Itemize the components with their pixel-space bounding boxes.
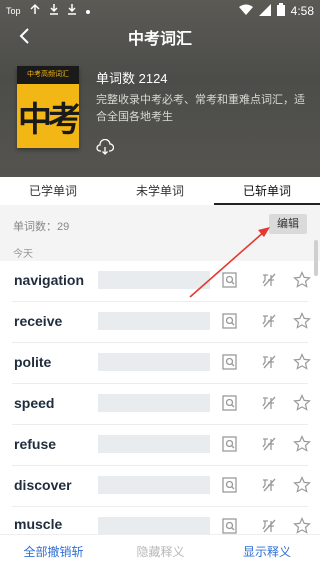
tab-learned[interactable]: 已学单词 [0,177,106,205]
word-text[interactable]: speed [14,395,54,411]
word-text[interactable]: polite [14,354,51,370]
star-icon[interactable] [293,394,311,412]
unmark-slash-icon[interactable] [260,476,278,494]
dictionary-search-icon[interactable] [221,435,239,453]
download-icon [49,3,59,18]
meaning-placeholder[interactable] [98,394,210,412]
dictionary-search-icon[interactable] [221,476,239,494]
list-word-count: 单词数：29 [13,221,70,233]
list-item: polite [0,343,320,384]
meaning-placeholder[interactable] [98,353,210,371]
word-text[interactable]: receive [14,313,62,329]
scrollbar-thumb[interactable] [314,240,318,276]
unmark-slash-icon[interactable] [260,271,278,289]
unmark-slash-icon[interactable] [260,435,278,453]
word-text[interactable]: refuse [14,436,56,452]
book-header: Top 4:58 中考词汇 中考高频词汇 中考 单词数 2124 完整收录中考必… [0,0,320,177]
list-item: speed [0,384,320,425]
word-text[interactable]: discover [14,477,72,493]
star-icon[interactable] [293,476,311,494]
wifi-icon [238,4,253,19]
dictionary-search-icon[interactable] [221,271,239,289]
download-icon-2 [67,3,77,18]
more-notifications-icon [85,4,91,18]
undo-all-button[interactable]: 全部撤销斩 [0,535,107,570]
dictionary-search-icon[interactable] [221,517,239,534]
bottom-action-bar: 全部撤销斩 隐藏释义 显示释义 [0,534,320,570]
signal-icon [258,3,271,19]
page-title: 中考词汇 [127,31,192,48]
list-item: receive [0,302,320,343]
section-label-today: 今天 [13,249,33,260]
cover-big-text: 中考 [18,101,79,139]
status-bar: Top 4:58 [0,0,320,20]
word-text[interactable]: muscle [14,516,62,532]
meaning-placeholder[interactable] [98,312,210,330]
cloud-download-icon[interactable] [96,138,115,155]
list-item: refuse [0,425,320,466]
notification-icon [29,3,41,18]
word-tabs: 已学单词 未学单词 已斩单词 [0,177,320,206]
meaning-placeholder[interactable] [98,476,210,494]
unmark-slash-icon[interactable] [260,353,278,371]
star-icon[interactable] [293,312,311,330]
meaning-placeholder[interactable] [98,517,210,534]
dictionary-search-icon[interactable] [221,353,239,371]
tab-unlearned[interactable]: 未学单词 [107,177,213,205]
edit-button[interactable]: 编辑 [269,214,307,234]
show-meaning-button[interactable]: 显示释义 [214,535,320,570]
word-list: navigation receive polite speed refuse d… [0,261,320,534]
meaning-placeholder[interactable] [98,435,210,453]
hide-meaning-button[interactable]: 隐藏释义 [107,535,214,570]
battery-icon [276,3,285,19]
summary-bar: 单词数：29 编辑 今天 [0,205,320,261]
word-text[interactable]: navigation [14,272,84,288]
book-cover: 中考高频词汇 中考 [17,66,79,148]
meaning-placeholder[interactable] [98,271,210,289]
tab-mastered[interactable]: 已斩单词 [214,177,320,205]
cover-title: 中考高频词汇 [17,66,79,84]
status-app-label: Top [6,5,21,16]
list-item: discover [0,466,320,507]
list-item: muscle [0,507,320,534]
status-time: 4:58 [290,4,314,18]
list-item: navigation [0,261,320,302]
star-icon[interactable] [293,271,311,289]
star-icon[interactable] [293,517,311,534]
unmark-slash-icon[interactable] [260,517,278,534]
dictionary-search-icon[interactable] [221,312,239,330]
star-icon[interactable] [293,353,311,371]
dictionary-search-icon[interactable] [221,394,239,412]
unmark-slash-icon[interactable] [260,312,278,330]
book-word-count: 单词数 2124 [96,71,168,86]
unmark-slash-icon[interactable] [260,394,278,412]
top-bar: 中考词汇 [0,20,320,52]
book-description: 完整收录中考必考、常考和重难点词汇，适合全国各地考生 [96,94,305,123]
star-icon[interactable] [293,435,311,453]
